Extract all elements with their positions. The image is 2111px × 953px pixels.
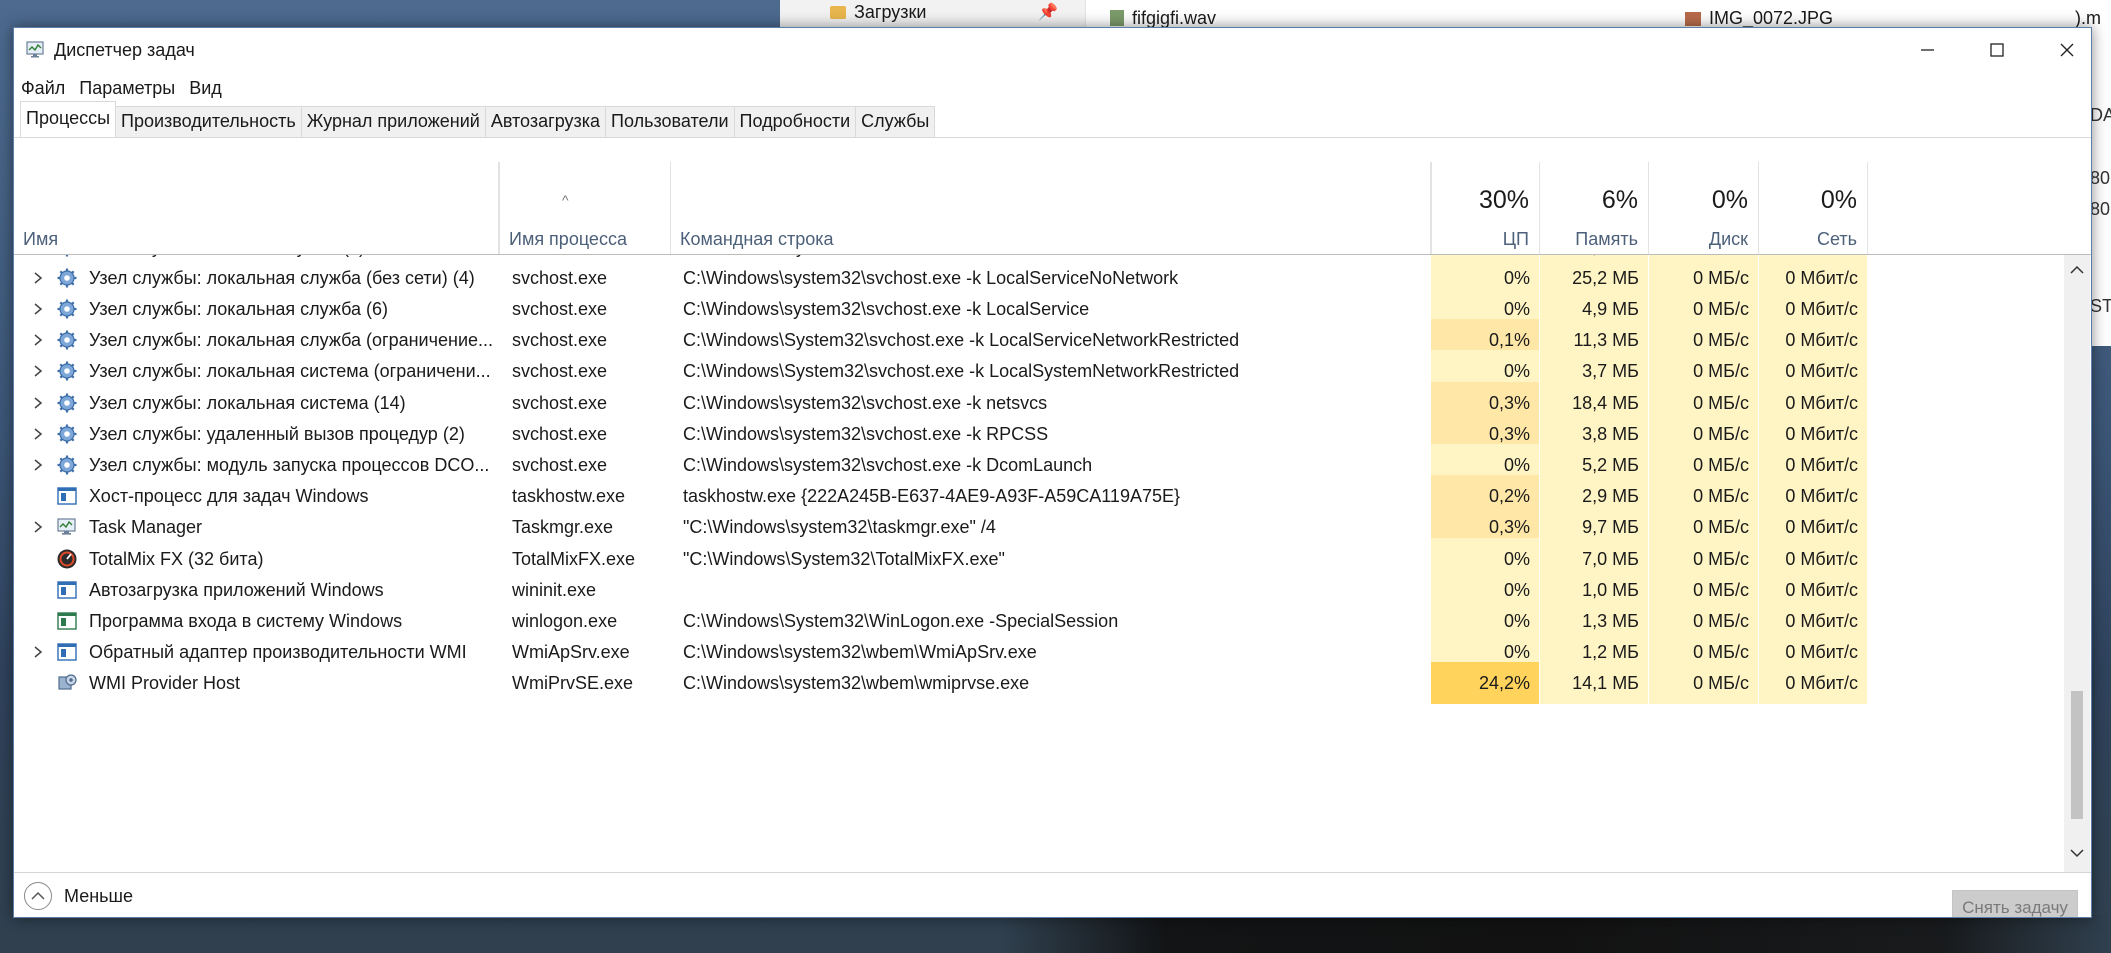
tab-services[interactable]: Службы [856, 106, 936, 138]
window-title: Диспетчер задач [54, 40, 195, 60]
process-name-cell: WMI Provider Host [89, 673, 241, 694]
scroll-down-icon[interactable] [2069, 847, 2085, 859]
gear-icon [56, 329, 78, 351]
pin-icon: 📌 [1038, 4, 1058, 21]
tab-startup[interactable]: Автозагрузка [485, 106, 607, 138]
image-name-cell: WmiPrvSE.exe [512, 673, 634, 694]
gear-icon [56, 267, 78, 289]
chevron-right-icon [34, 334, 43, 346]
process-list: Узел службы: сетевая служба (4)svchost.e… [14, 255, 2064, 872]
column-header-process-name[interactable]: Имя процесса [499, 162, 671, 254]
tab-details[interactable]: Подробности [734, 106, 857, 138]
explorer-file-jpg[interactable]: IMG_0072.JPG [1685, 8, 1833, 29]
menu-options[interactable]: Параметры [72, 75, 182, 103]
desktop-dark-band [1000, 915, 2111, 953]
chevron-up-circle-icon [24, 882, 52, 910]
gear-icon [56, 454, 78, 476]
explorer-file-partial: ).m [2075, 8, 2101, 28]
chevron-right-icon [34, 459, 43, 471]
task-manager-icon [56, 516, 78, 538]
maximize-button[interactable] [1962, 28, 2032, 72]
close-button[interactable] [2032, 28, 2091, 72]
tab-strip: Процессы Производительность Журнал прило… [20, 101, 936, 138]
maximize-icon [1990, 43, 2004, 57]
task-manager-window: Диспетчер задач Файл Параметры Вид Проце… [13, 27, 2092, 918]
cpu-cell: 24,2% [1431, 662, 1540, 705]
footer-bar: Меньше Снять задачу [14, 872, 2091, 917]
tab-performance[interactable]: Производительность [116, 106, 302, 138]
network-cell: 0 Мбит/с [1759, 662, 1868, 705]
chevron-right-icon [34, 428, 43, 440]
chevron-right-icon [34, 646, 43, 658]
tab-users[interactable]: Пользователи [606, 106, 735, 138]
chevron-right-icon [34, 396, 43, 409]
logon-icon [56, 610, 78, 632]
minimize-button[interactable] [1892, 28, 1962, 72]
tab-divider [14, 137, 2091, 138]
wmi-host-icon [56, 672, 78, 694]
gear-icon [56, 360, 78, 382]
menu-view[interactable]: Вид [182, 75, 229, 103]
tab-app-history[interactable]: Журнал приложений [301, 106, 486, 138]
scroll-up-icon[interactable] [2069, 263, 2085, 275]
column-header-memory[interactable]: 6% Память [1540, 162, 1649, 254]
chevron-right-icon [34, 521, 43, 533]
menu-file[interactable]: Файл [14, 75, 72, 103]
chevron-right-icon [34, 303, 43, 315]
title-bar[interactable]: Диспетчер задач [14, 28, 2091, 72]
column-header-name[interactable]: Имя [14, 162, 499, 254]
window-app-icon [56, 485, 78, 507]
scrollbar-thumb[interactable] [2071, 691, 2083, 819]
chevron-right-icon [34, 272, 43, 284]
gear-icon [56, 392, 78, 414]
command-line-cell: C:\Windows\system32\wbem\wmiprvse.exe [683, 673, 1030, 694]
vertical-scrollbar[interactable] [2064, 255, 2090, 872]
explorer-file-wav[interactable]: fifgigfi.wav [1110, 8, 1216, 29]
column-header-disk[interactable]: 0% Диск [1649, 162, 1759, 254]
column-header-cpu[interactable]: 30% ЦП [1431, 162, 1540, 254]
gear-icon [56, 423, 78, 445]
table-header: Имя ^ Имя процесса Командная строка 30% … [14, 162, 2091, 255]
close-icon [2060, 43, 2074, 57]
image-file-icon [1685, 12, 1701, 26]
background-window-edge: DA 80 80 STA [2090, 36, 2111, 346]
task-manager-icon [26, 41, 44, 58]
tab-processes[interactable]: Процессы [20, 101, 117, 138]
disk-cell: 0 МБ/с [1649, 662, 1759, 705]
window-app-icon [56, 641, 78, 663]
end-task-button[interactable]: Снять задачу [1952, 890, 2078, 917]
table-row[interactable]: WMI Provider Host WmiPrvSE.exe C:\Windows\… [14, 662, 1868, 705]
fewer-details-button[interactable]: Меньше [24, 881, 133, 911]
totalmix-icon [56, 548, 78, 570]
quick-access-downloads[interactable]: Загрузки [830, 2, 926, 23]
chevron-right-icon [34, 365, 43, 377]
menu-bar: Файл Параметры Вид [14, 75, 229, 103]
minimize-icon [1921, 49, 1934, 51]
column-header-command-line[interactable]: Командная строка [671, 162, 1431, 254]
column-header-network[interactable]: 0% Сеть [1759, 162, 1868, 254]
gear-icon [56, 298, 78, 320]
folder-icon [830, 6, 846, 19]
window-app-icon [56, 579, 78, 601]
memory-cell: 14,1 МБ [1540, 662, 1649, 705]
audio-file-icon [1110, 10, 1124, 26]
